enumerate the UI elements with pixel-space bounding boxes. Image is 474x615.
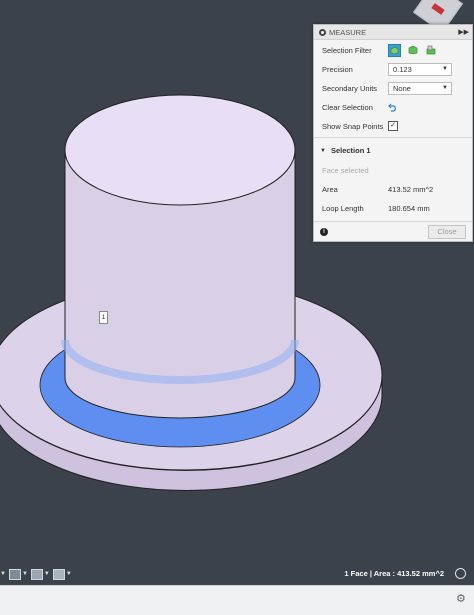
cylinder-top-face[interactable] — [64, 94, 296, 206]
selection-status-text: 1 Face | Area : 413.52 mm^2 — [344, 569, 444, 578]
grid-settings-button[interactable]: ▼ — [30, 568, 50, 580]
measure-panel-header[interactable]: MEASURE ▶▶ — [314, 25, 472, 40]
settings-icon[interactable]: ⚙ — [456, 594, 466, 605]
measure-panel-footer: i Close — [314, 221, 472, 241]
snap-points-row: Show Snap Points ✓ — [322, 119, 398, 133]
model-viewport[interactable]: 1 MEASURE ▶▶ Selection Filter Precision … — [0, 0, 474, 585]
selection-section-header[interactable]: ▼ Selection 1 — [320, 146, 371, 155]
expand-panel-icon[interactable]: ▶▶ — [458, 28, 469, 36]
info-icon[interactable]: i — [320, 227, 328, 236]
display-settings-icon — [8, 568, 21, 580]
selection-filter-label: Selection Filter — [322, 45, 372, 55]
viewports-icon — [52, 568, 65, 580]
secondary-units-label: Secondary Units — [322, 83, 378, 93]
close-button[interactable]: Close — [428, 224, 466, 239]
area-value: 413.52 mm^2 — [388, 184, 434, 194]
loop-length-row: Loop Length 180.654 mm — [322, 201, 430, 215]
selection-marker-label: 1 — [99, 311, 108, 324]
precision-row: Precision 0.123 ▼ — [322, 62, 452, 76]
precision-select[interactable]: 0.123 ▼ — [388, 62, 452, 76]
secondary-units-select[interactable]: None ▼ — [388, 81, 452, 95]
show-snap-points-checkbox[interactable]: ✓ — [388, 121, 398, 131]
loop-length-value: 180.654 mm — [388, 203, 430, 213]
precision-value: 0.123 — [393, 64, 412, 74]
select-faces-icon[interactable] — [406, 44, 419, 57]
area-label: Area — [322, 184, 338, 194]
bottom-status-strip — [0, 585, 474, 615]
secondary-units-value: None — [393, 83, 411, 93]
toolbar-arrow[interactable]: ▼ — [0, 571, 6, 577]
selection-section-title: Selection 1 — [330, 146, 371, 155]
loop-length-label: Loop Length — [322, 203, 364, 213]
select-component-icon[interactable] — [424, 44, 437, 57]
show-snap-points-label: Show Snap Points — [322, 121, 384, 131]
clear-selection-icon[interactable] — [388, 102, 398, 112]
secondary-units-row: Secondary Units None ▼ — [322, 81, 452, 95]
viewport-toolbar: ▼ ▼ ▼ ▼ — [0, 566, 75, 582]
face-selected-row: Face selected — [322, 163, 388, 177]
measure-panel-title: MEASURE — [329, 27, 367, 37]
select-bodies-icon[interactable] — [388, 43, 401, 57]
precision-label: Precision — [322, 64, 353, 74]
collapse-triangle-icon: ▼ — [320, 147, 326, 154]
panel-divider — [314, 137, 472, 138]
clear-selection-label: Clear Selection — [322, 102, 373, 112]
measure-icon — [319, 28, 326, 36]
measure-panel: MEASURE ▶▶ Selection Filter Precision 0.… — [313, 24, 473, 242]
chevron-down-icon: ▼ — [442, 85, 448, 91]
area-row: Area 413.52 mm^2 — [322, 182, 433, 196]
chevron-down-icon: ▼ — [442, 66, 448, 72]
grid-icon — [30, 568, 43, 580]
snapshot-icon[interactable] — [455, 568, 466, 579]
viewports-button[interactable]: ▼ — [52, 568, 72, 580]
selection-filter-row: Selection Filter — [322, 43, 442, 57]
face-selected-text: Face selected — [322, 165, 369, 175]
clear-selection-row: Clear Selection — [322, 100, 398, 114]
display-settings-button[interactable]: ▼ — [8, 568, 28, 580]
